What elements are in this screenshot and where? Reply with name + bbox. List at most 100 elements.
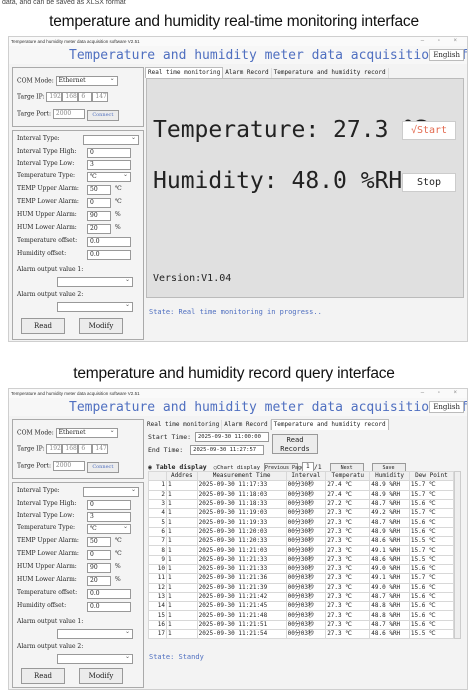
- temp-offset-label: Temperature offset:: [17, 589, 78, 596]
- table-row[interactable]: 13 1 2025-09-30 11:21:42 00分03秒 27.3 ℃ 48.7 %…: [148, 591, 455, 603]
- hum-offset-input[interactable]: 0.0: [87, 250, 131, 260]
- ip-octet-3[interactable]: 6: [78, 92, 93, 102]
- ip-octet-2[interactable]: 168: [62, 92, 79, 102]
- temp-upper-input[interactable]: 50: [87, 185, 111, 195]
- interval-high-input[interactable]: 0: [87, 148, 131, 158]
- column-header[interactable]: Temperatu: [325, 470, 371, 482]
- humidity-label: Humidity:: [153, 168, 278, 194]
- ip-octet-2[interactable]: 168: [62, 444, 79, 454]
- table-row[interactable]: 9 1 2025-09-30 11:21:33 00分30秒 27.3 ℃ 48.6 %R…: [148, 554, 455, 565]
- alarm2-select[interactable]: [57, 301, 133, 312]
- window-controls[interactable]: – ▫ ×: [421, 37, 463, 46]
- alarm1-select[interactable]: [57, 628, 133, 639]
- tab-alarm-record[interactable]: Alarm Record: [222, 420, 271, 430]
- alarm2-select[interactable]: [57, 653, 133, 664]
- temp-offset-input[interactable]: 0.0: [87, 589, 131, 599]
- table-row[interactable]: 12 1 2025-09-30 11:21:39 00分03秒 27.3 ℃ 49.0 %…: [148, 582, 455, 593]
- table-cell: 27.3 ℃: [325, 591, 371, 603]
- table-row[interactable]: 8 1 2025-09-30 11:21:03 00分30秒 27.3 ℃ 49.1 %R…: [148, 545, 455, 556]
- table-row[interactable]: 11 1 2025-09-30 11:21:36 00分03秒 27.3 ℃ 49.1 %…: [148, 573, 455, 584]
- table-row[interactable]: 4 1 2025-09-30 11:19:03 00分30秒 27.3 ℃ 49.2 %R…: [148, 508, 455, 519]
- alarm1-select[interactable]: [57, 276, 133, 287]
- tab-real-time-monitoring[interactable]: Real time monitoring: [145, 67, 224, 78]
- hum-offset-label: Humidity offset:: [17, 602, 67, 609]
- tab-temperature-humidity-record[interactable]: Temperature and humidity record: [272, 68, 389, 78]
- hum-offset-input[interactable]: 0.0: [87, 602, 131, 612]
- table-row[interactable]: 3 1 2025-09-30 11:18:33 00分30秒 27.2 ℃ 48.7 %R…: [148, 498, 455, 510]
- interval-low-input[interactable]: 3: [87, 512, 131, 522]
- table-row[interactable]: 6 1 2025-09-30 11:20:03 00分30秒 27.3 ℃ 48.9 %R…: [148, 526, 455, 538]
- com-mode-select[interactable]: Ethernet: [55, 427, 118, 438]
- table-cell: 48.7 %RH: [369, 619, 410, 631]
- ip-octet-3[interactable]: 6: [78, 444, 93, 454]
- row-index-cell: 15: [148, 610, 167, 621]
- table-row[interactable]: 14 1 2025-09-30 11:21:45 00分03秒 27.3 ℃ 48.8 %…: [148, 601, 455, 612]
- temp-lower-input[interactable]: 0: [87, 550, 111, 560]
- column-header[interactable]: Addres: [166, 470, 198, 482]
- read-button[interactable]: Read: [21, 318, 65, 334]
- target-port-input[interactable]: 2000: [52, 461, 85, 471]
- temp-lower-input[interactable]: 0: [87, 198, 111, 208]
- table-row[interactable]: 16 1 2025-09-30 11:21:51 00分03秒 27.3 ℃ 48.7 %…: [148, 619, 455, 631]
- target-port-input[interactable]: 2000: [52, 109, 85, 119]
- table-row[interactable]: 5 1 2025-09-30 11:19:33 00分30秒 27.3 ℃ 48.7 %R…: [148, 517, 455, 528]
- table-row[interactable]: 15 1 2025-09-30 11:21:48 00分03秒 27.3 ℃ 48.8 %…: [148, 610, 455, 621]
- alarm1-label: Alarm output value 1:: [17, 266, 84, 273]
- table-row[interactable]: 7 1 2025-09-30 11:20:33 00分30秒 27.3 ℃ 48.6 %R…: [148, 536, 455, 547]
- tab-temperature-humidity-record[interactable]: Temperature and humidity record: [270, 419, 389, 430]
- table-cell: 1: [166, 536, 198, 547]
- read-button[interactable]: Read: [21, 668, 65, 684]
- modify-button[interactable]: Modify: [79, 668, 123, 684]
- hum-lower-input[interactable]: 20: [87, 576, 111, 586]
- column-header[interactable]: Measurement Time: [196, 470, 287, 482]
- start-time-input[interactable]: 2025-09-30 11:00:00: [194, 432, 269, 442]
- stop-button[interactable]: Stop: [402, 173, 456, 192]
- table-cell: 2025-09-30 11:21:48: [196, 610, 287, 621]
- table-row[interactable]: 10 1 2025-09-30 11:21:33 00分30秒 27.3 ℃ 49.0 %…: [148, 563, 455, 575]
- start-button[interactable]: √Start: [402, 121, 456, 140]
- connect-button[interactable]: Connect: [86, 461, 119, 473]
- window-controls[interactable]: – ▫ ×: [421, 389, 463, 398]
- column-header[interactable]: Interval: [285, 470, 327, 482]
- ip-octet-4[interactable]: 147: [92, 92, 109, 102]
- interval-type-select[interactable]: [83, 134, 139, 145]
- com-mode-label: COM Mode:: [17, 429, 54, 437]
- temp-type-select[interactable]: ℃: [87, 523, 131, 534]
- ip-octet-1[interactable]: 192: [46, 444, 63, 454]
- hum-upper-input[interactable]: 90: [87, 211, 111, 221]
- row-index-cell: 13: [148, 591, 167, 603]
- connect-button[interactable]: Connect: [86, 109, 119, 121]
- table-row[interactable]: 17 1 2025-09-30 11:21:54 00分03秒 27.3 ℃ 48.6 %…: [148, 629, 455, 640]
- table-cell: 27.3 ℃: [325, 554, 371, 565]
- tab-alarm-record[interactable]: Alarm Record: [223, 68, 272, 78]
- interval-type-select[interactable]: [83, 486, 139, 497]
- column-header[interactable]: Humidity: [369, 470, 410, 482]
- table-cell: 00分03秒: [285, 619, 327, 631]
- hum-upper-input[interactable]: 90: [87, 563, 111, 573]
- ip-octet-1[interactable]: 192: [46, 92, 63, 102]
- hum-lower-input[interactable]: 20: [87, 224, 111, 234]
- table-scrollbar[interactable]: [454, 471, 461, 639]
- table-cell: 00分03秒: [285, 573, 327, 584]
- tab-real-time-monitoring[interactable]: Real time monitoring: [145, 420, 223, 430]
- ip-octet-4[interactable]: 147: [92, 444, 109, 454]
- table-row[interactable]: 2 1 2025-09-30 11:18:03 00分30秒 27.4 ℃ 48.9 %R…: [148, 489, 455, 500]
- com-mode-select[interactable]: Ethernet: [55, 75, 118, 86]
- table-cell: 2025-09-30 11:21:51: [196, 619, 287, 631]
- language-select[interactable]: English: [429, 401, 464, 413]
- temp-upper-input[interactable]: 50: [87, 537, 111, 547]
- interval-high-input[interactable]: 0: [87, 500, 131, 510]
- end-time-input[interactable]: 2025-09-30 11:27:57: [190, 445, 265, 455]
- read-records-button[interactable]: Read Records: [272, 434, 318, 454]
- temp-type-select[interactable]: ℃: [87, 171, 131, 182]
- row-index-cell: 14: [148, 601, 167, 612]
- temp-offset-input[interactable]: 0.0: [87, 237, 131, 247]
- table-display-radio[interactable]: ◉: [148, 463, 152, 471]
- column-header[interactable]: Dew Point: [408, 470, 455, 482]
- table-row[interactable]: 1 1 2025-09-30 11:17:33 00分30秒 27.4 ℃ 48.9 %R…: [148, 480, 455, 491]
- interval-low-input[interactable]: 3: [87, 160, 131, 170]
- language-select[interactable]: English: [429, 49, 464, 61]
- records-table-body: 1 1 2025-09-30 11:17:33 00分30秒 27.4 ℃ 48.9 %R…: [148, 480, 455, 640]
- hum-upper-label: HUM Upper Alarm:: [17, 211, 77, 218]
- modify-button[interactable]: Modify: [79, 318, 123, 334]
